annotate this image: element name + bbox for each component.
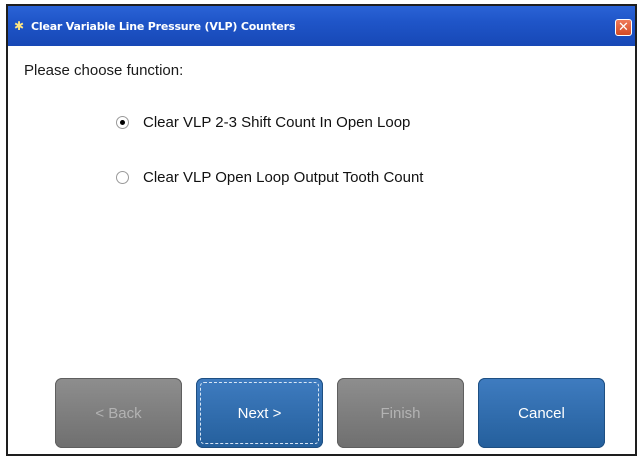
- option-clear-shift-count[interactable]: Clear VLP 2-3 Shift Count In Open Loop: [116, 114, 410, 131]
- finish-button[interactable]: Finish: [337, 378, 464, 448]
- option-clear-tooth-count[interactable]: Clear VLP Open Loop Output Tooth Count: [116, 169, 423, 186]
- dialog-window: ✱ Clear Variable Line Pressure (VLP) Cou…: [6, 4, 637, 456]
- option-label: Clear VLP Open Loop Output Tooth Count: [143, 169, 424, 186]
- button-bar: < Back Next > Finish Cancel: [55, 378, 615, 448]
- window-title: Clear Variable Line Pressure (VLP) Count…: [31, 19, 296, 33]
- cancel-button[interactable]: Cancel: [478, 378, 605, 448]
- prompt-text: Please choose function:: [24, 62, 184, 79]
- back-button[interactable]: < Back: [55, 378, 182, 448]
- next-button[interactable]: Next >: [196, 378, 323, 448]
- radio-button[interactable]: [116, 171, 129, 184]
- title-bar: ✱ Clear Variable Line Pressure (VLP) Cou…: [8, 6, 635, 46]
- radio-button-selected[interactable]: [116, 116, 129, 129]
- option-label: Clear VLP 2-3 Shift Count In Open Loop: [143, 114, 411, 131]
- close-icon: ✕: [618, 20, 629, 35]
- next-button-label: Next >: [237, 404, 282, 422]
- star-icon: ✱: [14, 19, 25, 33]
- close-button[interactable]: ✕: [615, 19, 632, 36]
